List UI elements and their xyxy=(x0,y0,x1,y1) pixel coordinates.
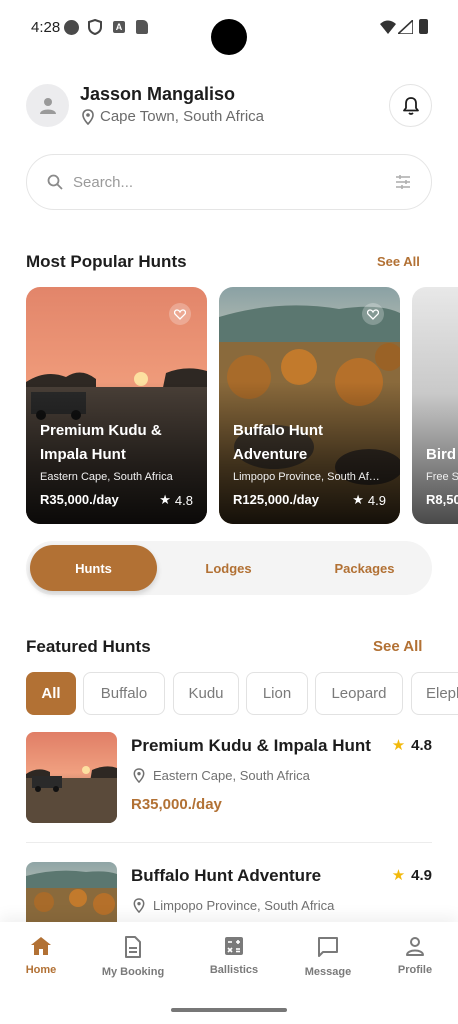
calculator-icon xyxy=(225,937,243,955)
sunset-savanna-image xyxy=(26,732,117,823)
tab-lodges[interactable]: Lodges xyxy=(165,545,292,591)
shield-icon xyxy=(88,19,102,35)
category-segment: Hunts Lodges Packages xyxy=(26,541,432,595)
card-title: Premium Kudu & Impala Hunt xyxy=(40,422,162,463)
featured-price: R35,000./day xyxy=(131,796,222,813)
card-rating: ★ 4.8 xyxy=(159,492,193,508)
avatar[interactable] xyxy=(26,84,69,127)
nav-my-booking[interactable]: My Booking xyxy=(93,936,173,978)
card-price: R35,000./day xyxy=(40,492,119,507)
nav-profile[interactable]: Profile xyxy=(375,936,455,976)
search-bar[interactable] xyxy=(26,154,432,210)
heart-icon xyxy=(367,308,379,320)
location-pin-icon xyxy=(133,898,145,913)
wifi-icon xyxy=(380,20,396,34)
chat-icon xyxy=(318,937,338,957)
user-name: Jasson Mangaliso xyxy=(80,84,236,104)
app-a-icon: A xyxy=(113,21,125,33)
chip-leopard[interactable]: Leopard xyxy=(315,672,403,715)
featured-title: Premium Kudu & Impala Hunt xyxy=(131,736,371,755)
nav-profile-label: Profile xyxy=(397,964,433,976)
popular-card-bird[interactable]: Bird Free S R8,50 xyxy=(412,287,458,524)
tab-packages[interactable]: Packages xyxy=(301,545,428,591)
popular-card-buffalo[interactable]: Buffalo Hunt Adventure Limpopo Province,… xyxy=(219,287,400,524)
star-icon: ★ xyxy=(159,492,171,507)
favorite-button[interactable] xyxy=(362,303,384,325)
status-bar: 4:28 A xyxy=(0,0,458,56)
chip-buffalo[interactable]: Buffalo xyxy=(83,672,165,715)
bird-hunt-image xyxy=(412,287,458,524)
star-icon: ★ xyxy=(391,737,406,754)
filter-sliders-icon[interactable] xyxy=(395,174,411,190)
featured-rating: ★ 4.8 xyxy=(391,736,432,755)
status-time: 4:28 xyxy=(31,19,61,36)
list-divider xyxy=(26,842,432,843)
star-icon: ★ xyxy=(352,492,364,507)
featured-location: Limpopo Province, South Africa xyxy=(133,898,334,913)
home-icon xyxy=(31,937,51,955)
card-title: Bird xyxy=(426,446,456,463)
search-input[interactable] xyxy=(73,173,395,191)
featured-thumbnail xyxy=(26,732,117,823)
card-location: Eastern Cape, South Africa xyxy=(40,471,173,483)
location-pin-icon xyxy=(133,768,145,783)
chip-lion[interactable]: Lion xyxy=(246,672,308,715)
battery-icon xyxy=(419,19,428,34)
location-pin-icon xyxy=(82,108,94,125)
featured-location: Eastern Cape, South Africa xyxy=(133,768,310,783)
featured-see-all-link[interactable]: See All xyxy=(373,638,422,655)
nav-my-booking-label: My Booking xyxy=(101,966,165,978)
card-rating-value: 4.9 xyxy=(367,492,386,508)
front-camera xyxy=(211,19,247,55)
card-rating-value: 4.8 xyxy=(174,492,193,508)
notifications-button[interactable] xyxy=(389,84,432,127)
featured-location-text: Eastern Cape, South Africa xyxy=(153,768,310,783)
document-icon xyxy=(125,936,141,958)
home-indicator[interactable] xyxy=(171,1008,287,1012)
user-location: Cape Town, South Africa xyxy=(82,108,264,125)
filter-chips: All Buffalo Kudu Lion Leopard Eleph xyxy=(26,672,458,716)
featured-item-kudu[interactable]: Premium Kudu & Impala Hunt ★ 4.8 Eastern… xyxy=(26,732,432,824)
notification-dot-icon xyxy=(64,20,79,35)
nav-home-label: Home xyxy=(25,964,57,976)
nav-ballistics[interactable]: Ballistics xyxy=(194,936,274,976)
chip-kudu[interactable]: Kudu xyxy=(173,672,239,715)
chip-all[interactable]: All xyxy=(26,672,76,715)
card-price: R8,50 xyxy=(426,492,458,507)
featured-title: Buffalo Hunt Adventure xyxy=(131,866,322,885)
card-location: Free S xyxy=(426,471,458,483)
nav-ballistics-label: Ballistics xyxy=(209,964,259,976)
featured-rating: ★ 4.9 xyxy=(391,866,432,885)
person-icon xyxy=(39,97,56,114)
card-rating: ★ 4.9 xyxy=(352,492,386,508)
profile-icon xyxy=(406,937,424,956)
heart-icon xyxy=(174,308,186,320)
popular-see-all-link[interactable]: See All xyxy=(377,254,420,269)
sd-card-icon xyxy=(136,20,148,34)
featured-rating-value: 4.8 xyxy=(411,736,432,754)
tab-hunts[interactable]: Hunts xyxy=(30,545,157,591)
card-title: Buffalo Hunt Adventure xyxy=(233,422,323,463)
nav-message[interactable]: Message xyxy=(288,936,368,978)
star-icon: ★ xyxy=(391,867,406,884)
bell-icon xyxy=(402,96,419,115)
featured-rating-value: 4.9 xyxy=(411,866,432,884)
featured-hunts-title: Featured Hunts xyxy=(26,637,151,656)
featured-location-text: Limpopo Province, South Africa xyxy=(153,898,335,913)
nav-home[interactable]: Home xyxy=(1,936,81,976)
user-location-text: Cape Town, South Africa xyxy=(100,108,264,125)
search-icon xyxy=(47,174,63,190)
favorite-button[interactable] xyxy=(169,303,191,325)
card-location: Limpopo Province, South Africa xyxy=(233,471,383,483)
signal-icon xyxy=(398,20,413,34)
popular-card-kudu[interactable]: Premium Kudu & Impala Hunt Eastern Cape,… xyxy=(26,287,207,524)
most-popular-title: Most Popular Hunts xyxy=(26,252,187,271)
chip-elephant[interactable]: Eleph xyxy=(411,672,458,715)
nav-message-label: Message xyxy=(304,966,352,978)
card-price: R125,000./day xyxy=(233,492,320,507)
